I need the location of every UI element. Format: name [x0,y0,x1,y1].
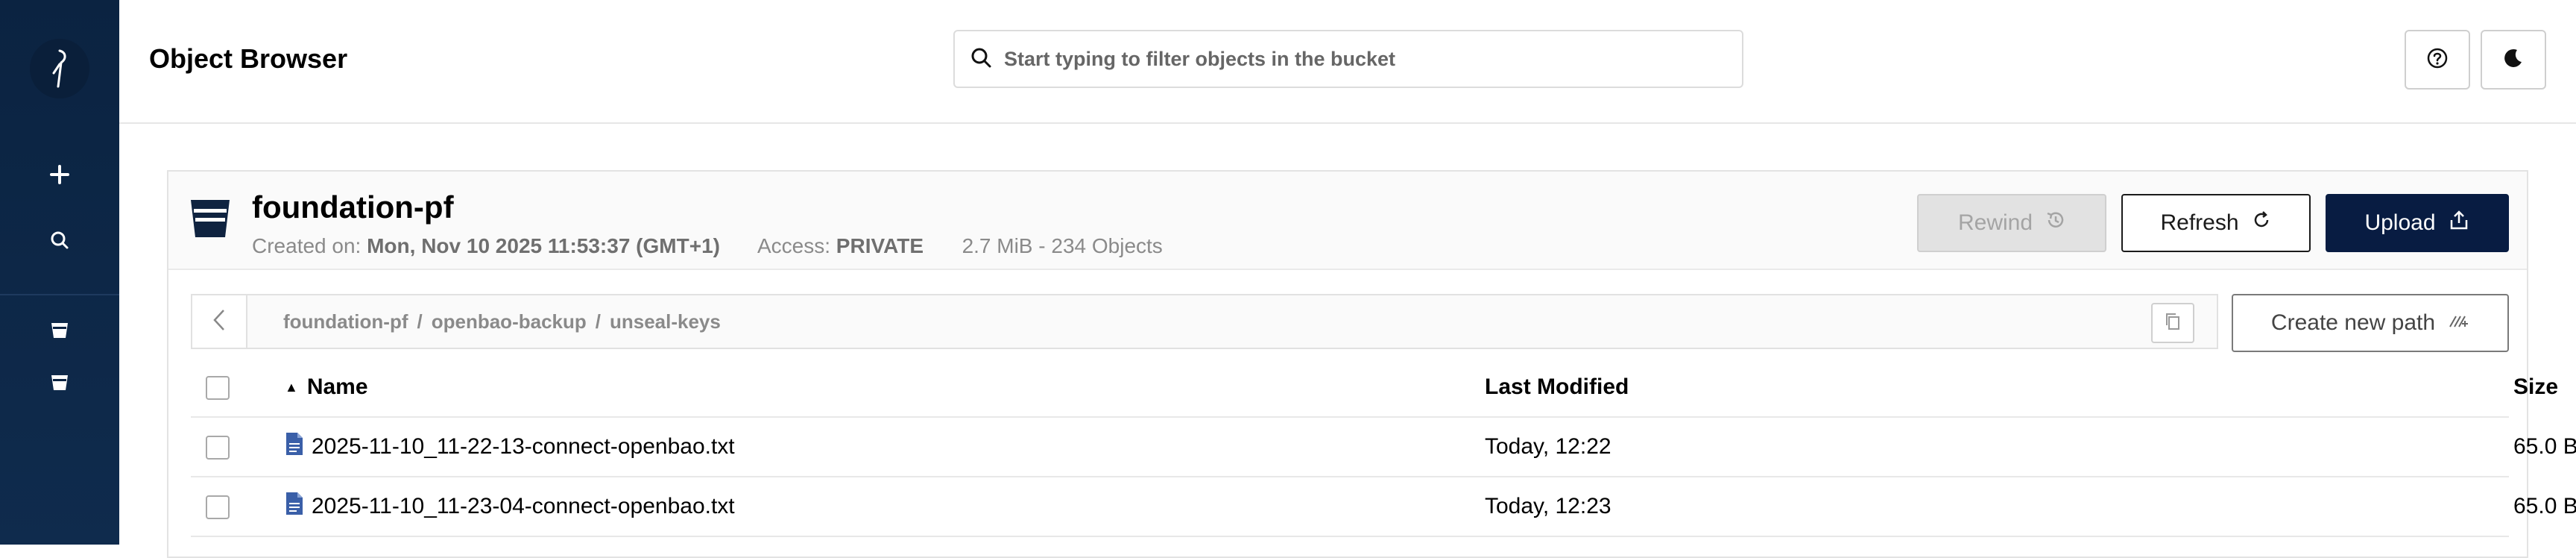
sidebar [0,0,119,545]
access-value: PRIVATE [836,234,924,257]
search-icon [970,46,992,72]
object-name-cell[interactable]: 2025-11-10_11-23-04-connect-openbao.txt [285,477,735,536]
column-header-name[interactable]: ▲ Name [285,358,368,416]
page-title: Object Browser [149,43,348,74]
row-checkbox[interactable] [206,436,230,460]
chevron-left-icon [210,307,228,336]
access-label: Access: [757,234,831,257]
size-cell: 65.0 B [2513,434,2576,459]
create-new-path-button[interactable]: Create new path [2232,294,2509,352]
help-button[interactable] [2405,30,2470,90]
logo-icon[interactable] [30,39,89,98]
table-row[interactable]: 2025-11-10_11-23-04-connect-openbao.txt … [191,477,2576,537]
top-header: Object Browser [119,0,2576,124]
breadcrumb-path: foundation-pf / openbao-backup / unseal-keys [283,310,721,333]
refresh-button[interactable]: Refresh [2121,194,2311,252]
created-value: Mon, Nov 10 2025 11:53:37 (GMT+1) [367,234,720,257]
created-label: Created on: [252,234,362,257]
breadcrumb: foundation-pf / openbao-backup / unseal-keys [191,294,2218,349]
search-input[interactable] [1004,47,1720,71]
upload-button[interactable]: Upload [2326,194,2509,252]
search-box[interactable] [953,30,1743,88]
file-icon [285,432,312,462]
moon-icon [2502,47,2525,73]
bucket-icon [188,195,233,240]
refresh-label: Refresh [2160,210,2239,235]
object-name: 2025-11-10_11-23-04-connect-openbao.txt [312,494,735,518]
breadcrumb-separator: / [595,310,601,333]
select-all-checkbox[interactable] [206,376,230,400]
bucket-icon[interactable] [42,364,78,400]
bucket-name: foundation-pf [252,189,454,225]
row-checkbox[interactable] [206,495,230,519]
history-icon [2045,210,2065,236]
refresh-icon [2251,210,2272,236]
breadcrumb-item[interactable]: foundation-pf [283,310,408,333]
table-row[interactable]: 2025-11-10_11-22-13-connect-openbao.txt … [191,418,2576,477]
search-icon[interactable] [42,222,78,258]
bucket-meta: Created on: Mon, Nov 10 2025 11:53:37 (G… [252,234,1163,258]
copy-path-button[interactable] [2151,303,2194,343]
size-cell: 65.0 B [2513,494,2576,518]
objects-table: ▲ Name Last Modified Size 2025-11-10_11-… [191,358,2576,537]
table-header-row: ▲ Name Last Modified Size [191,358,2558,418]
bucket-header: foundation-pf Created on: Mon, Nov 10 20… [168,172,2527,270]
sort-asc-icon: ▲ [285,379,298,395]
rewind-label: Rewind [1957,210,2033,235]
upload-icon [2448,209,2470,237]
help-icon [2426,47,2449,73]
column-header-size[interactable]: Size [2513,358,2558,416]
file-icon [285,492,312,521]
plus-icon[interactable] [42,157,78,192]
sidebar-divider [0,294,119,295]
last-modified-cell: Today, 12:23 [1485,494,1611,518]
bucket-card: foundation-pf Created on: Mon, Nov 10 20… [167,170,2576,558]
breadcrumb-item[interactable]: unseal-keys [610,310,721,333]
breadcrumb-separator: / [417,310,423,333]
column-header-modified[interactable]: Last Modified [1485,358,1629,416]
column-name-label: Name [306,374,368,399]
object-name: 2025-11-10_11-22-13-connect-openbao.txt [312,434,735,459]
upload-label: Upload [2364,210,2436,235]
rewind-button[interactable]: Rewind [1917,194,2106,252]
create-path-label: Create new path [2270,310,2436,335]
new-path-icon [2447,310,2469,336]
last-modified-cell: Today, 12:22 [1485,434,1611,459]
breadcrumb-item[interactable]: openbao-backup [432,310,587,333]
theme-toggle-button[interactable] [2481,30,2546,90]
back-button[interactable] [192,295,247,348]
bucket-usage: 2.7 MiB - 234 Objects [962,234,1163,257]
bucket-icon[interactable] [42,312,78,348]
copy-icon [2164,312,2182,335]
object-name-cell[interactable]: 2025-11-10_11-22-13-connect-openbao.txt [285,418,735,476]
